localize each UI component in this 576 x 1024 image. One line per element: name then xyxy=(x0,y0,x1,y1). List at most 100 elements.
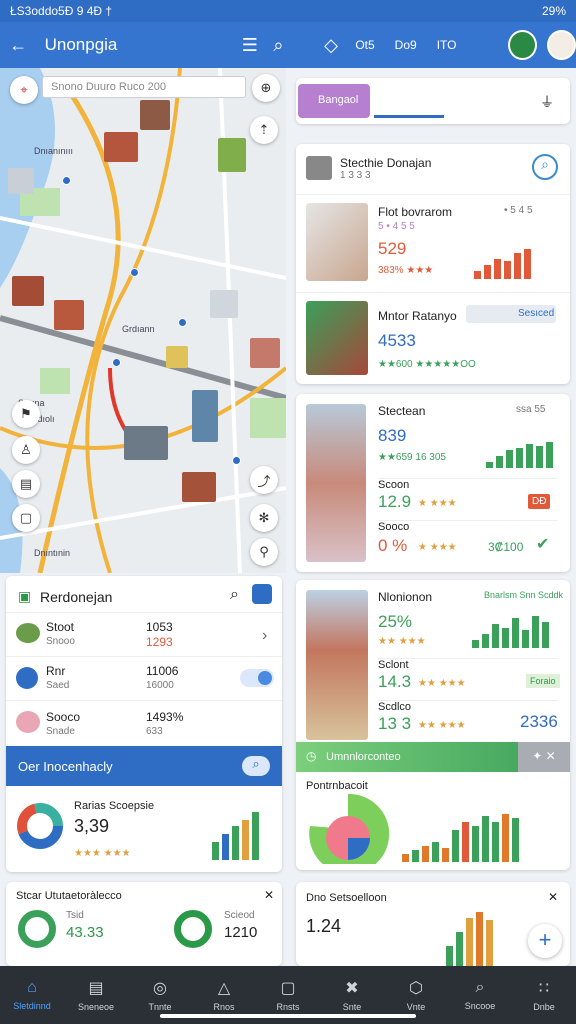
mini-bar-chart xyxy=(446,906,493,966)
property-image xyxy=(306,203,368,281)
hexagon-icon: ⬡ xyxy=(409,980,423,997)
search-icon[interactable]: ⌕ xyxy=(264,30,293,60)
status-battery: 29% xyxy=(541,4,566,18)
map-icon: ▣ xyxy=(18,588,32,604)
nav-item-7[interactable]: ⬡ Vnte xyxy=(386,978,446,1012)
status-time: ŁS3oddo5Đ 9 4Đ † xyxy=(10,4,113,18)
mini-bar-chart xyxy=(486,438,553,468)
map-view[interactable]: Snono Duuro Ruco 200 Dnıanınııı Rndıolı … xyxy=(0,68,286,573)
nav-item-8[interactable]: ⌕ Sncooe xyxy=(450,979,510,1011)
box-icon: ▢ xyxy=(280,980,296,997)
donut-chart xyxy=(17,803,63,849)
nav-item-4[interactable]: △ Rnos xyxy=(194,978,254,1012)
home-indicator xyxy=(160,1014,416,1018)
building xyxy=(12,276,44,306)
chat-icon[interactable]: ▢ xyxy=(12,504,40,532)
status-badge: Foraio xyxy=(526,674,560,688)
map-pin[interactable] xyxy=(112,358,121,367)
nav-item-9[interactable]: ∷ Dnbe xyxy=(514,978,574,1012)
settings-icon[interactable]: ✻ xyxy=(250,504,278,532)
list-panel-title: Rerdonejan xyxy=(40,589,113,605)
stats-card: Stcar Ututaetoràlecco ✕ Tsid 43.33 Scieo… xyxy=(6,882,282,966)
list-panel: ▣ Rerdonejan ⌕ Stoot Snooo 1053 1293 › R… xyxy=(6,576,282,872)
search-icon[interactable]: ⌕ xyxy=(230,586,239,604)
search-icon[interactable]: ⌕ xyxy=(532,154,558,180)
tab-3[interactable]: ITO xyxy=(437,38,457,52)
avatar[interactable] xyxy=(547,30,576,60)
info-banner[interactable]: ◷ Umnnlorconteo ✦ ✕ xyxy=(296,742,570,772)
back-arrow-icon[interactable]: ← xyxy=(4,30,33,60)
info-banner[interactable]: Oer Inocenhacly ⌕ xyxy=(6,746,282,786)
clock-icon: ◷ xyxy=(306,749,317,763)
close-icon[interactable]: ✦ ✕ xyxy=(518,742,570,772)
map-pin[interactable] xyxy=(130,268,139,277)
building-icon xyxy=(306,156,332,180)
mini-bar-chart xyxy=(212,808,259,860)
pie-chart xyxy=(309,794,390,864)
property-image xyxy=(306,404,366,562)
listing-item[interactable]: Mntor Ratanyo Sesıced 4533 ★★600 ★★★★★OO xyxy=(296,292,570,384)
avatar-badge[interactable] xyxy=(508,30,538,60)
status-badge: Sesıced xyxy=(466,305,556,323)
nav-item-home[interactable]: ⌂ Sletdinnd xyxy=(2,979,62,1011)
flag-icon[interactable]: ⚑ xyxy=(12,400,40,428)
map-pin[interactable] xyxy=(62,176,71,185)
status-bar: ŁS3oddo5Đ 9 4Đ † 29% xyxy=(0,0,576,22)
search-card: Bangaol ⏚ xyxy=(296,78,570,124)
menu-icon[interactable] xyxy=(252,584,272,604)
route-icon[interactable]: ⤴ xyxy=(250,466,278,494)
navigate-icon[interactable]: ⇡ xyxy=(250,116,278,144)
list-item[interactable]: Sooco Snade 1493% 633 xyxy=(6,700,282,744)
building xyxy=(104,132,138,162)
list-item[interactable]: Stoot Snooo 1053 1293 › xyxy=(6,612,282,652)
nav-item-5[interactable]: ▢ Rnsts xyxy=(258,978,318,1012)
alert-icon: △ xyxy=(217,980,231,997)
property-image xyxy=(306,301,368,375)
compass-icon[interactable]: ⊕ xyxy=(252,74,280,102)
search-input[interactable] xyxy=(374,84,444,118)
app-bar: ← Unonpgia ☰ ⌕ ◇ Ot5 Do9 ITO xyxy=(0,22,576,68)
target-icon: ◎ xyxy=(153,980,167,997)
building xyxy=(182,472,216,502)
tab-1[interactable]: Ot5 xyxy=(355,38,374,52)
status-badge: DĐ xyxy=(528,494,551,509)
add-button[interactable]: + xyxy=(528,924,562,958)
location-pin-icon[interactable]: ⌖ xyxy=(10,76,38,104)
list-item[interactable]: Rnr Saed 11006 16000 xyxy=(6,656,282,696)
mic-icon[interactable]: ⏚ xyxy=(540,92,554,112)
map-label: Dnıanınııı xyxy=(34,146,74,156)
filter-icon[interactable]: ☰ xyxy=(236,30,265,60)
nav-item-2[interactable]: ▤ Sneneoe xyxy=(66,978,126,1012)
mini-bar-chart xyxy=(474,239,531,279)
chevron-right-icon[interactable]: › xyxy=(262,627,267,645)
person-icon[interactable]: ♙ xyxy=(12,436,40,464)
close-icon[interactable]: ✕ xyxy=(264,888,274,902)
search-icon[interactable]: ⌕ xyxy=(242,756,270,776)
avatar xyxy=(16,711,40,733)
building xyxy=(250,338,280,368)
document-icon[interactable]: ▤ xyxy=(12,470,40,498)
list-icon: ▤ xyxy=(88,980,104,997)
map-pin[interactable] xyxy=(232,456,241,465)
avatar xyxy=(16,623,40,643)
nav-item-6[interactable]: ✖ Snte xyxy=(322,978,382,1012)
building xyxy=(8,168,34,194)
metrics-card: Stectean ssa 55 839 ★★659 16 305 Scoon 1… xyxy=(296,394,570,572)
summary-card: Dno Setsoelloon ✕ 1.24 + xyxy=(296,882,570,966)
nav-item-3[interactable]: ◎ Tnnte xyxy=(130,978,190,1012)
toggle-switch[interactable] xyxy=(240,669,274,687)
close-icon[interactable]: ✕ xyxy=(548,890,558,904)
gauge-icon xyxy=(18,910,56,948)
building xyxy=(54,300,84,330)
search-icon: ⌕ xyxy=(475,979,485,996)
map-search-input[interactable]: Snono Duuro Ruco 200 xyxy=(42,76,246,98)
map-label: Grdıann xyxy=(122,324,155,334)
tab-2[interactable]: Do9 xyxy=(395,38,417,52)
grid-icon: ∷ xyxy=(538,980,550,997)
listing-item[interactable]: Flot bovrarom • 5 4 5 5 • 4 5 5 529 383%… xyxy=(296,194,570,290)
pin-icon[interactable]: ⚲ xyxy=(250,538,278,566)
tag-icon[interactable]: ◇ xyxy=(317,30,346,60)
map-pin[interactable] xyxy=(178,318,187,327)
app-title: Unonpgia xyxy=(44,35,118,54)
check-circle-icon[interactable]: ✔ xyxy=(536,534,549,554)
